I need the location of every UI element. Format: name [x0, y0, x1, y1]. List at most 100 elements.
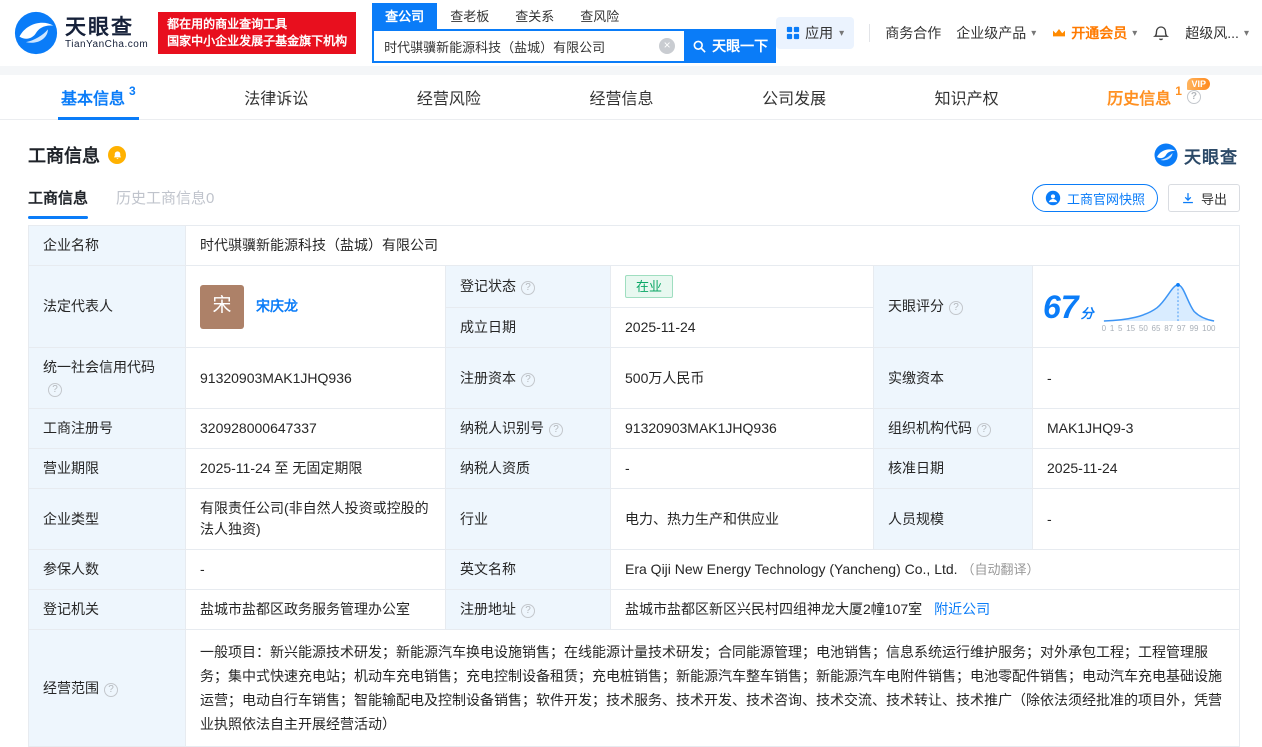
notice-bell-icon[interactable] [108, 146, 126, 164]
value-english-name: Era Qiji New Energy Technology (Yancheng… [610, 549, 1240, 590]
menu-divider [869, 24, 871, 42]
tab-company-development[interactable]: 公司发展 [759, 75, 829, 119]
tab-operation-info[interactable]: 经营信息 [586, 75, 656, 119]
help-icon[interactable] [521, 281, 535, 295]
menu-super-risk[interactable]: 超级风... ▾ [1185, 23, 1249, 43]
search-button[interactable]: 天眼一下 [684, 29, 777, 63]
row-business-scope: 经营范围 一般项目：新兴能源技术研发；新能源汽车换电设施销售；在线能源计量技术研… [28, 629, 1240, 747]
value-reg-status: 在业 [610, 265, 874, 308]
chevron-down-icon: ▾ [1243, 27, 1249, 39]
search-tab-relation[interactable]: 查关系 [502, 3, 567, 29]
tab-intellectual-property[interactable]: 知识产权 [932, 75, 1002, 119]
tianyancha-watermark-logo: 天眼查 [1154, 143, 1238, 168]
menu-open-vip[interactable]: 开通会员 ▾ [1051, 23, 1137, 43]
tab-operation-risk[interactable]: 经营风险 [414, 75, 484, 119]
label-reg-status: 登记状态 [445, 265, 611, 308]
value-legal-rep: 宋 宋庆龙 [185, 265, 446, 348]
header-right-menu: 应用 ▾ 商务合作 企业级产品 ▾ 开通会员 ▾ 超级风... ▾ [776, 17, 1249, 49]
tab-operation-risk-label: 经营风险 [416, 91, 481, 108]
value-industry: 电力、热力生产和供应业 [610, 488, 874, 550]
official-snapshot-button[interactable]: 工商官网快照 [1031, 184, 1158, 212]
label-paid-capital: 实缴资本 [873, 347, 1033, 409]
subtab-business-info[interactable]: 工商信息 [28, 187, 89, 219]
notification-bell-icon[interactable] [1152, 24, 1170, 42]
tab-operation-info-label: 经营信息 [589, 91, 654, 108]
tab-basic-info[interactable]: 基本信息 3 [58, 75, 139, 120]
value-score: 67 分 0 1 5 15 50 65 87 97 99 100 [1032, 265, 1240, 348]
label-reg-capital-text: 注册资本 [460, 369, 516, 386]
tab-legal-litigation[interactable]: 法律诉讼 [241, 75, 311, 119]
search-tab-boss[interactable]: 查老板 [437, 3, 502, 29]
label-credit-code: 统一社会信用代码 [28, 347, 186, 409]
label-legal-rep: 法定代表人 [28, 265, 186, 348]
help-icon[interactable] [977, 423, 991, 437]
search-tab-risk[interactable]: 查风险 [567, 3, 632, 29]
label-business-term-text: 营业期限 [43, 460, 99, 476]
label-company-name-text: 企业名称 [43, 237, 99, 253]
tianyancha-watermark-icon [1154, 143, 1178, 167]
label-taxpayer-id-text: 纳税人识别号 [460, 420, 544, 436]
search-area: 查公司 查老板 查关系 查风险 × 天眼一下 [372, 3, 777, 63]
status-badge: 在业 [625, 275, 674, 298]
label-english-name-text: 英文名称 [460, 561, 516, 577]
help-icon[interactable] [1186, 90, 1201, 104]
apps-menu-button[interactable]: 应用 ▾ [776, 17, 855, 49]
label-reg-number-text: 工商注册号 [43, 420, 113, 436]
english-name-text: Era Qiji New Energy Technology (Yancheng… [625, 561, 958, 577]
help-icon[interactable] [521, 372, 535, 387]
slogan-line-1: 都在用的商业查询工具 [167, 17, 288, 31]
legal-rep-name-link[interactable]: 宋庆龙 [256, 296, 298, 317]
taxpayer-id-text: 91320903MAK1JHQ936 [625, 420, 777, 436]
search-tabs: 查公司 查老板 查关系 查风险 [372, 3, 776, 29]
help-icon[interactable] [104, 682, 118, 697]
menu-super-risk-label: 超级风... [1185, 25, 1239, 41]
label-score-text: 天眼评分 [888, 298, 944, 314]
chevron-down-icon: ▾ [839, 27, 845, 39]
value-address: 盐城市盐都区新区兴民村四组神龙大厦2幢107室 附近公司 [610, 589, 1240, 630]
label-insured-count: 参保人数 [28, 549, 186, 590]
value-taxpayer-id: 91320903MAK1JHQ936 [610, 408, 874, 449]
value-insured-count: - [185, 549, 446, 590]
help-icon[interactable] [521, 604, 535, 618]
label-staff-size: 人员规模 [873, 488, 1033, 550]
reg-capital-text: 500万人民币 [625, 369, 705, 386]
label-establish-date-text: 成立日期 [460, 319, 516, 335]
value-staff-size: - [1032, 488, 1240, 550]
org-code-text: MAK1JHQ9-3 [1047, 420, 1134, 436]
label-company-name: 企业名称 [28, 225, 186, 266]
reg-number-text: 320928000647337 [200, 420, 317, 436]
search-tab-company[interactable]: 查公司 [372, 3, 438, 29]
crown-icon [1053, 29, 1066, 37]
label-approval-date: 核准日期 [873, 448, 1033, 489]
row-legal-rep: 法定代表人 宋 宋庆龙 登记状态 在业 天眼评分 67分 [28, 265, 1240, 348]
help-icon[interactable] [549, 423, 563, 437]
label-taxpayer-quality: 纳税人资质 [445, 448, 611, 489]
header-divider-band [0, 66, 1262, 75]
search-input[interactable] [372, 29, 685, 63]
tianyancha-logo[interactable]: 天眼查 TianYanCha.com [14, 11, 148, 55]
menu-cooperation[interactable]: 商务合作 [885, 23, 941, 43]
tianyancha-watermark-text: 天眼查 [1184, 147, 1238, 167]
score-number: 67 分 [1043, 288, 1094, 325]
business-term-text: 2025-11-24 至 无固定期限 [200, 460, 363, 476]
label-credit-code-text: 统一社会信用代码 [43, 359, 155, 375]
slogan-banner: 都在用的商业查询工具 国家中小企业发展子基金旗下机构 [158, 12, 357, 54]
help-icon[interactable] [48, 383, 62, 397]
subtab-history-business-info[interactable]: 历史工商信息0 [116, 187, 214, 219]
tab-history-info[interactable]: 历史信息 1 VIP [1104, 75, 1210, 119]
export-button[interactable]: 导出 [1167, 184, 1240, 212]
label-reg-authority: 登记机关 [28, 589, 186, 630]
clear-icon[interactable]: × [659, 38, 676, 54]
label-approval-date-text: 核准日期 [888, 460, 944, 476]
value-establish-date: 2025-11-24 [610, 307, 874, 348]
establish-date-text: 2025-11-24 [625, 319, 696, 335]
menu-enterprise-products[interactable]: 企业级产品 ▾ [956, 23, 1036, 43]
tianyancha-logo-icon [14, 11, 58, 55]
value-reg-authority: 盐城市盐都区政务服务管理办公室 [185, 589, 446, 630]
legal-rep-avatar[interactable]: 宋 [200, 284, 244, 329]
nearby-companies-link[interactable]: 附近公司 [934, 601, 990, 617]
score-curve-chart: 0 1 5 15 50 65 87 97 99 100 [1102, 280, 1216, 333]
official-snapshot-label: 工商官网快照 [1066, 191, 1145, 207]
help-icon[interactable] [949, 301, 963, 315]
company-name-text: 时代骐骥新能源科技（盐城）有限公司 [200, 237, 438, 253]
